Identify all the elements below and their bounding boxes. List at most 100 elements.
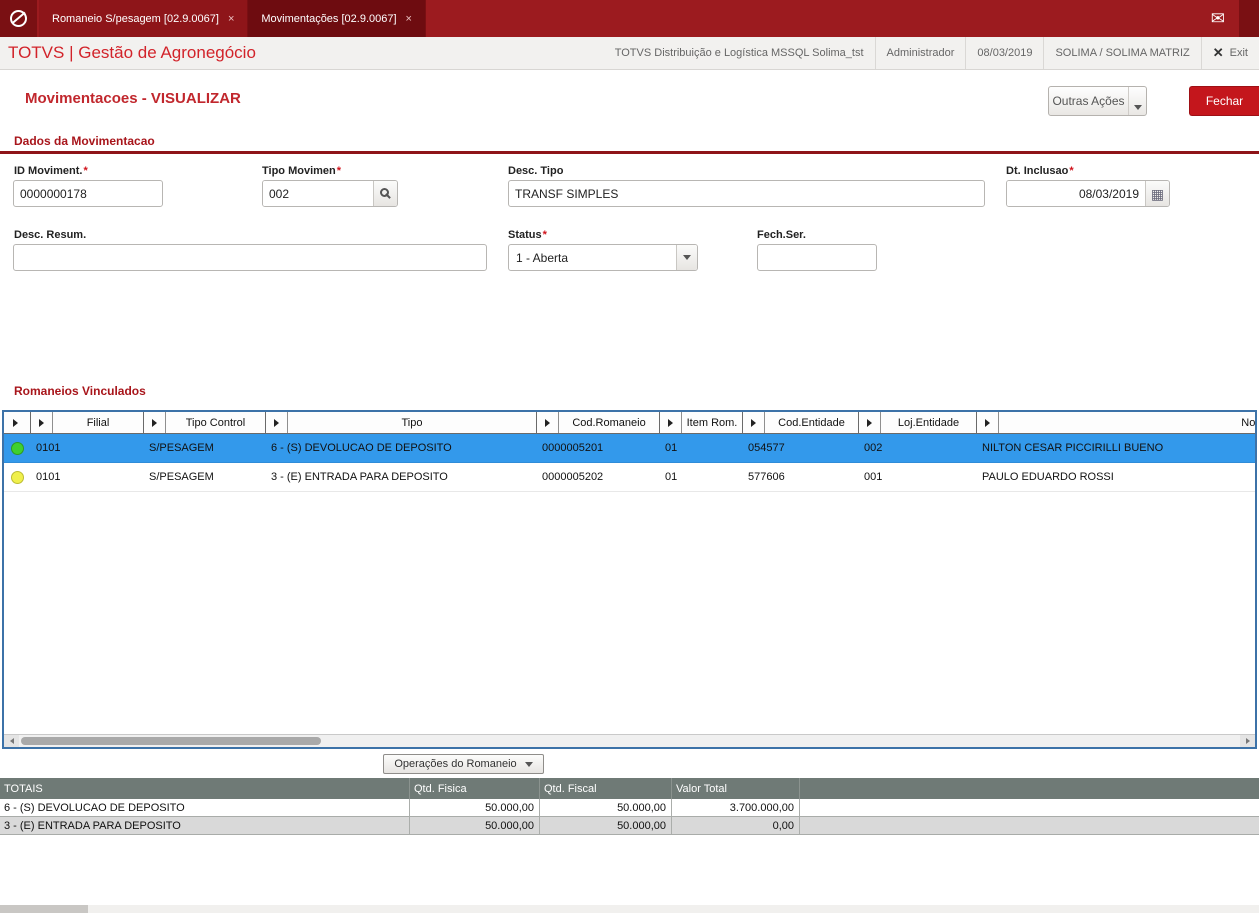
app-window: Romaneio S/pesagem [02.9.0067] × Movimen… (0, 0, 1259, 913)
status-select[interactable]: 1 - Aberta (508, 244, 698, 271)
topbar-corner (1239, 0, 1259, 37)
dt-inclusao-label: Dt. Inclusao* (1006, 165, 1074, 177)
date-label: 08/03/2019 (965, 37, 1043, 69)
fech-ser-label: Fech.Ser. (757, 229, 806, 241)
cell-tipo: 3 - (E) ENTRADA PARA DEPOSITO (271, 471, 448, 483)
column-marker-icon (4, 412, 26, 433)
totals-header-spacer (800, 778, 1259, 799)
cell-nom-entidade: NILTON CESAR PICCIRILLI BUENO (982, 442, 1164, 454)
column-marker-icon (266, 412, 288, 433)
column-header-tipo[interactable]: Tipo (266, 412, 537, 433)
column-marker-icon (537, 412, 559, 433)
desc-resum-label: Desc. Resum. (14, 229, 87, 241)
tipo-movimen-input[interactable] (263, 181, 373, 206)
totals-header-qtd-fisica: Qtd. Fisica (410, 778, 540, 799)
cell-cod-romaneio: 0000005201 (542, 442, 604, 454)
status-green-icon (11, 441, 24, 455)
column-header-cod-entidade[interactable]: Cod.Entidade (743, 412, 859, 433)
status-value: 1 - Aberta (516, 250, 569, 265)
environment-label: TOTVS Distribuição e Logística MSSQL Sol… (614, 47, 864, 59)
id-moviment-input[interactable] (13, 180, 163, 207)
grid-row-2[interactable]: 0101 S/PESAGEM 3 - (E) ENTRADA PARA DEPO… (4, 463, 1255, 492)
lookup-button[interactable] (373, 181, 397, 206)
grid-horizontal-scrollbar[interactable] (4, 734, 1255, 747)
tab-label: Romaneio S/pesagem [02.9.0067] (52, 12, 219, 25)
totals-label: 6 - (S) DEVOLUCAO DE DEPOSITO (0, 799, 410, 816)
mail-icon[interactable]: ✉ (1197, 9, 1239, 29)
scroll-left-button[interactable] (4, 735, 19, 747)
tipo-movimen-label: Tipo Movimen* (262, 165, 342, 177)
dt-inclusao-field: ▦ (1006, 180, 1170, 207)
totals-qtd-fisica: 50.000,00 (410, 799, 540, 816)
app-header: TOTVS | Gestão de Agronegócio TOTVS Dist… (0, 37, 1259, 70)
tipo-movimen-field (262, 180, 398, 207)
row-status-cell (4, 441, 31, 455)
page-horizontal-scrollbar[interactable] (0, 905, 1259, 913)
totals-row-1: 6 - (S) DEVOLUCAO DE DEPOSITO 50.000,00 … (0, 799, 1259, 817)
user-label: Administrador (874, 37, 966, 69)
no-entry-icon (10, 10, 27, 27)
desc-resum-input[interactable] (13, 244, 487, 271)
chevron-down-icon (683, 255, 691, 260)
scrollbar-thumb[interactable] (0, 905, 88, 913)
outras-acoes-button[interactable]: Outras Ações (1048, 86, 1147, 116)
section-dados-title: Dados da Movimentacao (14, 134, 155, 148)
chevron-down-icon (524, 761, 533, 767)
column-header-cod-romaneio[interactable]: Cod.Romaneio (537, 412, 660, 433)
status-dropdown-button[interactable] (676, 245, 697, 270)
row-marker-header (4, 412, 31, 433)
cell-item-rom: 01 (665, 471, 678, 483)
operacoes-romaneio-button[interactable]: Operações do Romaneio (383, 754, 544, 774)
id-moviment-label: ID Moviment.* (14, 165, 88, 177)
column-marker-icon (859, 412, 881, 433)
totals-row-2: 3 - (E) ENTRADA PARA DEPOSITO 50.000,00 … (0, 817, 1259, 835)
topbar-right: ✉ (1197, 0, 1259, 37)
tab-strip: Romaneio S/pesagem [02.9.0067] × Movimen… (39, 0, 426, 37)
scrollbar-thumb[interactable] (21, 737, 321, 745)
exit-label: Exit (1229, 47, 1248, 59)
grid-body: 0101 S/PESAGEM 6 - (S) DEVOLUCAO DE DEPO… (4, 434, 1255, 734)
cell-item-rom: 01 (665, 442, 678, 454)
arrow-right-icon (1245, 738, 1250, 744)
grid-row-1[interactable]: 0101 S/PESAGEM 6 - (S) DEVOLUCAO DE DEPO… (4, 434, 1255, 463)
totals-qtd-fiscal: 50.000,00 (540, 799, 672, 816)
tab-movimentacoes[interactable]: Movimentações [02.9.0067] × (248, 0, 426, 37)
column-header-loj-entidade[interactable]: Loj.Entidade (859, 412, 977, 433)
fech-ser-input[interactable] (757, 244, 877, 271)
romaneios-grid: Filial Tipo Control Tipo Cod.Romaneio It… (2, 410, 1257, 749)
arrow-left-icon (9, 738, 14, 744)
cell-filial: 0101 (36, 471, 61, 483)
totals-header: TOTAIS Qtd. Fisica Qtd. Fiscal Valor Tot… (0, 778, 1259, 799)
status-label: Status* (508, 229, 547, 241)
cell-filial: 0101 (36, 442, 61, 454)
totvs-logo-button[interactable] (0, 0, 37, 37)
column-marker-icon (144, 412, 166, 433)
status-yellow-icon (11, 470, 24, 484)
page-title: Movimentacoes - VISUALIZAR (25, 90, 241, 107)
column-header-tipo-control[interactable]: Tipo Control (144, 412, 266, 433)
column-marker-icon (743, 412, 765, 433)
cell-loj-entidade: 002 (864, 442, 883, 454)
close-icon[interactable]: × (228, 13, 234, 25)
calendar-button[interactable]: ▦ (1145, 181, 1169, 206)
desc-tipo-input[interactable] (508, 180, 985, 207)
exit-button[interactable]: ✕ Exit (1200, 37, 1259, 69)
section-romaneios-title: Romaneios Vinculados (14, 384, 146, 398)
column-header-filial[interactable]: Filial (31, 412, 144, 433)
totals-qtd-fiscal: 50.000,00 (540, 817, 672, 834)
totals-valor-total: 0,00 (672, 817, 800, 834)
cell-nom-entidade: PAULO EDUARDO ROSSI (982, 471, 1114, 483)
totals-label: 3 - (E) ENTRADA PARA DEPOSITO (0, 817, 410, 834)
close-icon: ✕ (1212, 45, 1224, 60)
fechar-button[interactable]: Fechar (1189, 86, 1259, 116)
tab-romaneio-spesagem[interactable]: Romaneio S/pesagem [02.9.0067] × (39, 0, 249, 37)
scroll-right-button[interactable] (1240, 735, 1255, 747)
column-header-nom-entidade[interactable]: Nom.Entida (977, 412, 1255, 433)
company-label: SOLIMA / SOLIMA MATRIZ (1043, 37, 1200, 69)
dt-inclusao-input[interactable] (1007, 181, 1145, 206)
column-header-item-rom[interactable]: Item Rom. (660, 412, 743, 433)
close-icon[interactable]: × (406, 13, 412, 25)
brand-title: TOTVS | Gestão de Agronegócio (8, 43, 256, 62)
section-divider (0, 151, 1259, 154)
totals-header-totais: TOTAIS (0, 778, 410, 799)
